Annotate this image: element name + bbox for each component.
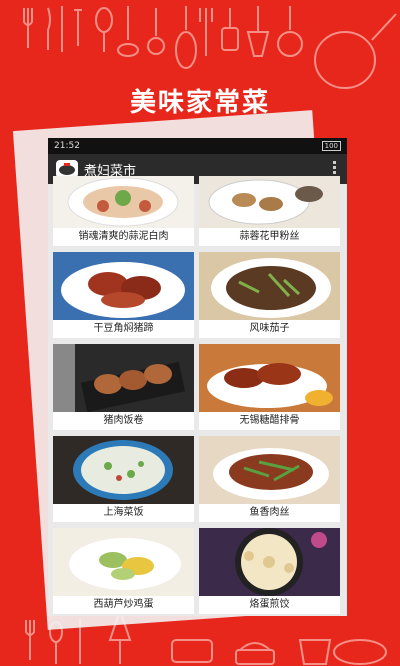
recipe-card[interactable]: 烙蛋煎饺 — [199, 528, 340, 614]
recipe-card[interactable]: 蒜蓉花甲粉丝 — [199, 176, 340, 246]
recipe-name: 猪肉饭卷 — [103, 415, 144, 426]
recipe-photo — [199, 252, 340, 320]
recipe-name: 烙蛋煎饺 — [249, 599, 290, 610]
battery-icon: 100 — [321, 141, 341, 151]
recipe-photo — [199, 436, 340, 504]
recipe-card[interactable]: 猪肉饭卷 — [53, 344, 194, 430]
recipe-name: 销魂清爽的蒜泥白肉 — [78, 231, 169, 242]
recipe-photo — [199, 528, 340, 596]
recipe-photo — [199, 176, 340, 228]
recipe-photo — [53, 344, 194, 412]
overflow-menu-icon[interactable] — [333, 161, 337, 176]
recipe-card[interactable]: 西葫芦炒鸡蛋 — [53, 528, 194, 614]
recipe-name: 蒜蓉花甲粉丝 — [239, 231, 300, 242]
status-icons: 100 — [321, 141, 341, 151]
recipe-card[interactable]: 上海菜饭 — [53, 436, 194, 522]
recipe-photo — [53, 436, 194, 504]
recipe-photo — [53, 252, 194, 320]
promo-headline: 美味家常菜 — [129, 88, 270, 118]
recipe-name: 无锡糖醋排骨 — [239, 415, 300, 426]
recipe-grid: 销魂清爽的蒜泥白肉 蒜蓉花甲粉丝 干豆角焖猪蹄 风味茄子 猪肉饭卷 无锡糖醋排骨… — [48, 176, 347, 614]
recipe-photo — [199, 344, 340, 412]
recipe-name: 上海菜饭 — [103, 507, 144, 518]
recipe-card[interactable]: 销魂清爽的蒜泥白肉 — [53, 176, 194, 246]
recipe-card[interactable]: 无锡糖醋排骨 — [199, 344, 340, 430]
recipe-photo — [53, 528, 194, 596]
recipe-photo — [53, 176, 194, 228]
recipe-name: 鱼香肉丝 — [249, 507, 290, 518]
status-time: 21:52 — [54, 141, 80, 151]
recipe-card[interactable]: 干豆角焖猪蹄 — [53, 252, 194, 338]
status-bar: 21:52 100 — [48, 138, 347, 154]
recipe-name: 西葫芦炒鸡蛋 — [93, 599, 154, 610]
recipe-name: 干豆角焖猪蹄 — [93, 323, 154, 334]
recipe-card[interactable]: 风味茄子 — [199, 252, 340, 338]
phone-screen: 21:52 100 煮妇菜市 销魂清爽的蒜泥白肉 蒜蓉花甲粉丝 干豆角焖猪蹄 风… — [48, 138, 347, 616]
recipe-name: 风味茄子 — [249, 323, 290, 334]
recipe-card[interactable]: 鱼香肉丝 — [199, 436, 340, 522]
